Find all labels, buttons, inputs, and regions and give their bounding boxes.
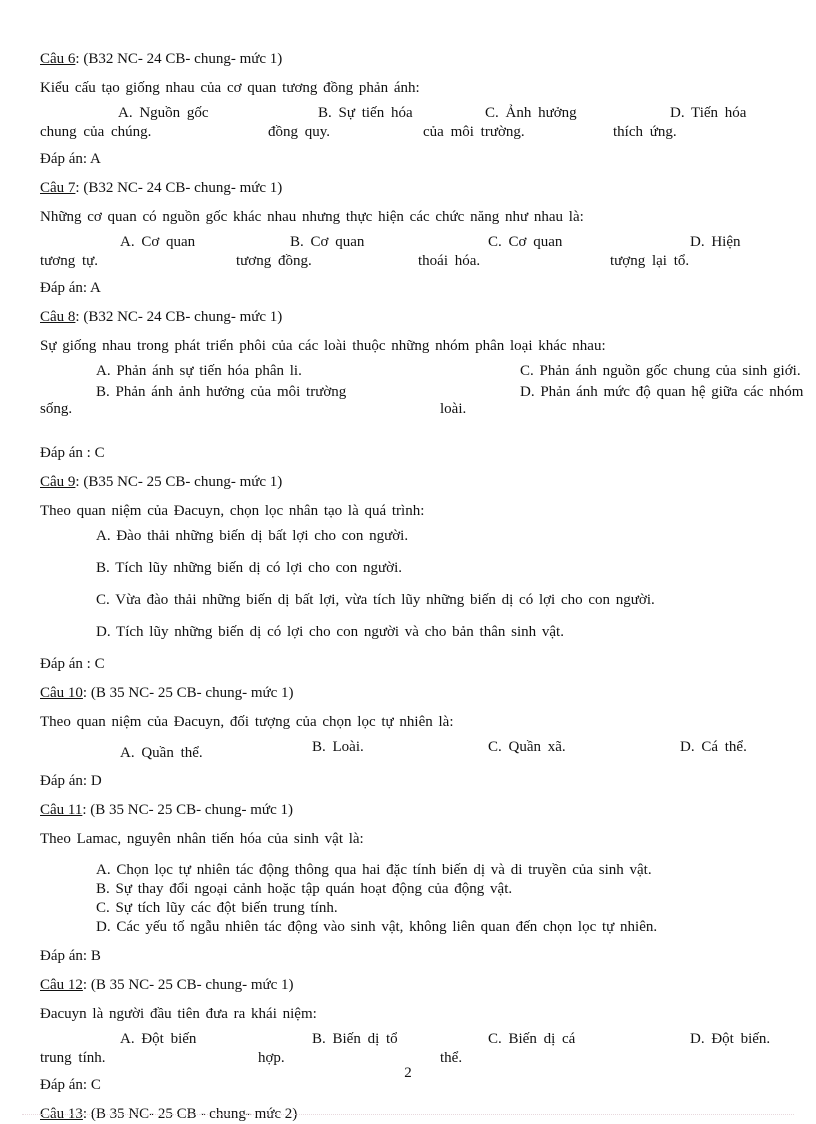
question-meta: : (B35 NC- 25 CB- chung- mức 1) <box>75 474 283 490</box>
option-d: D. Các yếu tố ngẫu nhiên tác động vào si… <box>96 919 658 935</box>
option-d: D. Tích lũy những biến dị có lợi cho con… <box>96 624 564 640</box>
option-list: A. Đào thải những biến dị bất lợi cho co… <box>40 527 786 642</box>
option-row-line1: A. Cơ quan B. Cơ quan C. Cơ quan D. Hiện <box>40 233 786 252</box>
question-label: Câu 12 <box>40 977 83 993</box>
question-heading: Câu 12: (B 35 NC- 25 CB- chung- mức 1) <box>40 976 786 995</box>
option-list: A. Chọn lọc tự nhiên tác động thông qua … <box>40 861 786 937</box>
option-d: D. Cá thể. <box>680 739 747 755</box>
option-d: D. Tiến hóa <box>670 105 747 121</box>
question-label: Câu 11 <box>40 802 83 818</box>
question-meta: : (B 35 NC- 25 CB- chung- mức 1) <box>82 685 294 701</box>
question-meta: : (B32 NC- 24 CB- chung- mức 1) <box>75 309 283 325</box>
option-row-line2: tương tự. tương đồng. thoái hóa. tượng l… <box>40 252 786 271</box>
question-stem: Theo Lamac, nguyên nhân tiến hóa của sin… <box>40 831 364 847</box>
question-label: Câu 8 <box>40 309 76 325</box>
option-a: A. Quần thể. <box>120 745 203 761</box>
option-d: D. Phản ánh mức độ quan hệ giữa các nhóm <box>520 384 804 400</box>
option-a: A. Đột biến <box>120 1031 197 1047</box>
option-c: C. Vừa đào thải những biến dị bất lợi, v… <box>96 592 655 608</box>
question-stem: Theo quan niệm của Đacuyn, chọn lọc nhân… <box>40 503 425 519</box>
option-a-cont: chung của chúng. <box>40 124 152 140</box>
option-c: C. Sự tích lũy các đột biến trung tính. <box>96 900 338 916</box>
question-block-cau-6: Câu 6: (B32 NC- 24 CB- chung- mức 1) Kiể… <box>40 50 786 169</box>
option-b-cont: tương đồng. <box>236 253 312 269</box>
option-b: B. Loài. <box>312 739 364 755</box>
question-label: Câu 9 <box>40 474 76 490</box>
question-label: Câu 10 <box>40 685 83 701</box>
question-block-cau-9: Câu 9: (B35 NC- 25 CB- chung- mức 1) The… <box>40 473 786 674</box>
option-row-line1: A. Quần thể. B. Loài. C. Quần xã. D. Cá … <box>40 738 786 761</box>
option-c: C. Biến dị cá <box>488 1031 576 1047</box>
document-page: Câu 6: (B32 NC- 24 CB- chung- mức 1) Kiể… <box>0 0 816 1123</box>
document-body: Câu 6: (B32 NC- 24 CB- chung- mức 1) Kiể… <box>40 50 803 1124</box>
question-stem: Theo quan niệm của Đacuyn, đối tượng của… <box>40 714 454 730</box>
option-b: B. Tích lũy những biến dị có lợi cho con… <box>96 560 402 576</box>
question-heading: Câu 10: (B 35 NC- 25 CB- chung- mức 1) <box>40 684 786 703</box>
option-two-column-block: A. Phản ánh sự tiến hóa phân li. B. Phản… <box>40 362 803 422</box>
option-b: B. Sự tiến hóa <box>318 105 413 121</box>
answer-line: Đáp án: A <box>40 280 101 296</box>
question-meta: : (B 35 NC- 25 CB- chung- mức 1) <box>82 802 293 818</box>
question-block-cau-7: Câu 7: (B32 NC- 24 CB- chung- mức 1) Nhữ… <box>40 179 786 298</box>
question-heading: Câu 8: (B32 NC- 24 CB- chung- mức 1) <box>40 308 786 327</box>
question-stem: Sự giống nhau trong phát triển phôi của … <box>40 338 606 354</box>
option-a-cont: tương tự. <box>40 253 99 269</box>
option-row-line1: A. Nguồn gốc B. Sự tiến hóa C. Ảnh hưởng… <box>40 104 786 123</box>
option-d: D. Hiện <box>690 234 741 250</box>
option-b: B. Cơ quan <box>290 234 365 250</box>
option-a: A. Nguồn gốc <box>118 105 209 121</box>
option-c-cont: thoái hóa. <box>418 253 481 269</box>
option-b: B. Sự thay đổi ngoại cảnh hoặc tập quán … <box>96 881 513 897</box>
option-a: A. Cơ quan <box>120 234 196 250</box>
option-a: A. Chọn lọc tự nhiên tác động thông qua … <box>96 862 652 878</box>
answer-line: Đáp án: B <box>40 948 101 964</box>
answer-line: Đáp án: A <box>40 151 101 167</box>
question-meta: : (B32 NC- 24 CB- chung- mức 1) <box>75 51 283 67</box>
option-d: D. Đột biến. <box>690 1031 771 1047</box>
option-c: C. Cơ quan <box>488 234 563 250</box>
option-column-left: A. Phản ánh sự tiến hóa phân li. B. Phản… <box>96 362 526 404</box>
question-stem: Những cơ quan có nguồn gốc khác nhau như… <box>40 209 584 225</box>
option-a: A. Phản ánh sự tiến hóa phân li. <box>96 363 302 379</box>
answer-line: Đáp án : C <box>40 445 105 461</box>
question-meta: : (B 35 NC- 25 CB- chung- mức 1) <box>82 977 294 993</box>
question-heading: Câu 11: (B 35 NC- 25 CB- chung- mức 1) <box>40 801 786 820</box>
question-block-cau-8: Câu 8: (B32 NC- 24 CB- chung- mức 1) Sự … <box>40 308 803 463</box>
option-d-cont: tượng lại tổ. <box>610 253 690 269</box>
option-column-right: C. Phản ánh nguồn gốc chung của sinh giớ… <box>520 362 816 404</box>
answer-line: Đáp án : C <box>40 656 105 672</box>
option-b-cont: sống. <box>40 401 73 417</box>
question-stem: Đacuyn là người đầu tiên đưa ra khái niệ… <box>40 1006 317 1022</box>
option-d-cont: loài. <box>440 401 467 417</box>
question-heading: Câu 9: (B35 NC- 25 CB- chung- mức 1) <box>40 473 786 492</box>
answer-line: Đáp án: D <box>40 773 102 789</box>
option-c-cont: của môi trường. <box>423 124 525 140</box>
option-b-cont: đồng quy. <box>268 124 331 140</box>
option-row-line1: A. Đột biến B. Biến dị tổ C. Biến dị cá … <box>40 1030 786 1049</box>
option-c: C. Quần xã. <box>488 739 566 755</box>
question-heading: Câu 7: (B32 NC- 24 CB- chung- mức 1) <box>40 179 786 198</box>
question-label: Câu 6 <box>40 51 76 67</box>
option-c: C. Ảnh hưởng <box>485 105 577 121</box>
option-c: C. Phản ánh nguồn gốc chung của sinh giớ… <box>520 363 801 379</box>
question-label: Câu 7 <box>40 180 76 196</box>
footer-divider <box>22 1114 794 1116</box>
question-stem: Kiểu cấu tạo giống nhau của cơ quan tươn… <box>40 80 420 96</box>
question-meta: : (B32 NC- 24 CB- chung- mức 1) <box>75 180 283 196</box>
option-row-line2: chung của chúng. đồng quy. của môi trườn… <box>40 123 786 142</box>
page-number: 2 <box>404 1065 412 1081</box>
question-heading: Câu 6: (B32 NC- 24 CB- chung- mức 1) <box>40 50 786 69</box>
question-block-cau-11: Câu 11: (B 35 NC- 25 CB- chung- mức 1) T… <box>40 801 786 966</box>
option-b: B. Biến dị tổ <box>312 1031 398 1047</box>
option-a: A. Đào thải những biến dị bất lợi cho co… <box>96 528 409 544</box>
option-d-cont: thích ứng. <box>613 124 677 140</box>
question-block-cau-10: Câu 10: (B 35 NC- 25 CB- chung- mức 1) T… <box>40 684 786 791</box>
